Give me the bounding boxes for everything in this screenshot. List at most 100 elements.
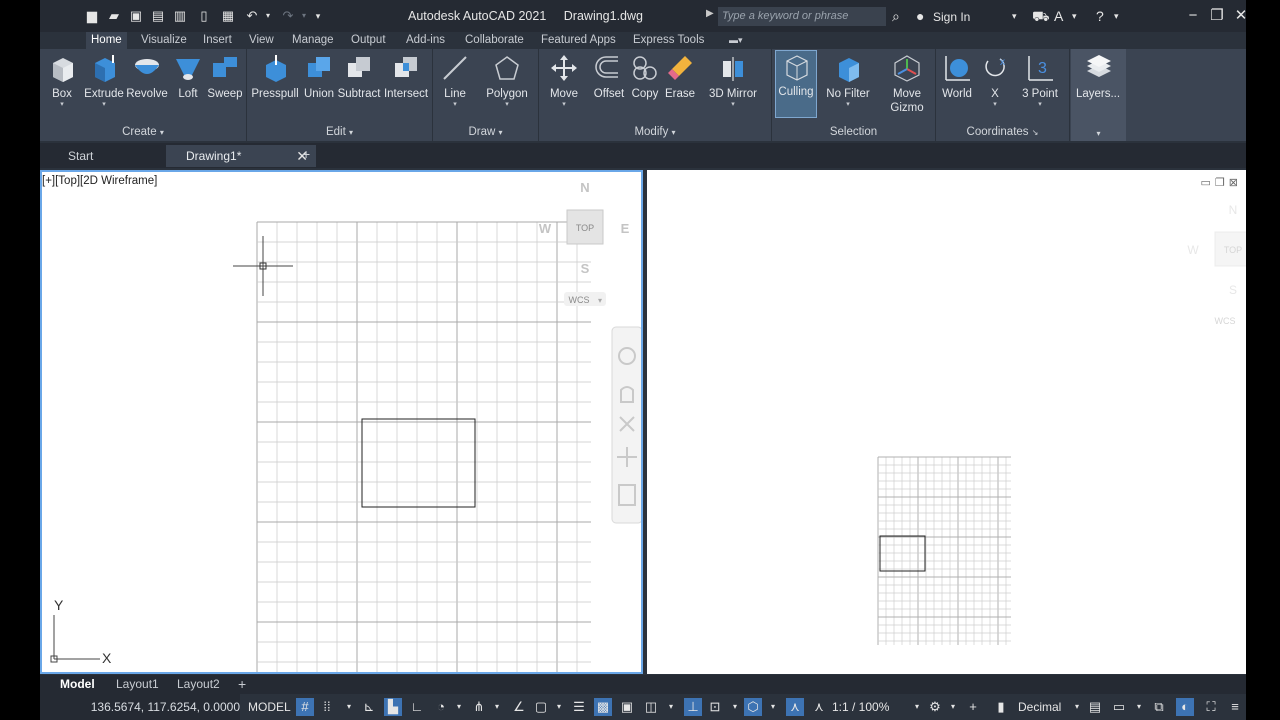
redo-icon[interactable]: ↷ — [280, 8, 296, 24]
line-button[interactable]: Line ▾ — [437, 53, 473, 109]
transparency-icon[interactable]: ▩ — [594, 698, 612, 716]
move-gizmo-button[interactable]: Move Gizmo — [882, 53, 932, 115]
cart-icon[interactable]: ⛟ — [1032, 7, 1050, 25]
rectangle-object[interactable] — [361, 418, 476, 508]
save-as-icon[interactable]: ▤ — [150, 8, 166, 24]
lineweight-icon[interactable]: ☰ — [570, 698, 588, 716]
dynamic-input-icon[interactable]: ▙ — [384, 698, 402, 716]
auto-scale-icon[interactable]: ⋏ — [810, 698, 828, 716]
culling-button[interactable]: Culling — [775, 50, 817, 118]
plot-icon[interactable]: ▦ — [220, 8, 236, 24]
selection-filter-icon[interactable]: ⊡ — [706, 698, 724, 716]
isometric-dropdown-icon[interactable]: ▾ — [488, 698, 506, 716]
sign-in-dropdown-icon[interactable]: ▾ — [1012, 7, 1017, 25]
object-snap-dropdown-icon[interactable]: ▾ — [550, 698, 568, 716]
autodesk-a360-icon[interactable]: A — [1054, 7, 1063, 25]
box-button[interactable]: Box ▾ — [45, 53, 79, 109]
tab-collaborate[interactable]: Collaborate — [460, 32, 529, 49]
edit-group-label[interactable]: Edit ▾ — [247, 126, 432, 138]
file-tab-start[interactable]: Start — [48, 145, 180, 167]
3d-osnap-dropdown-icon[interactable]: ▾ — [662, 698, 680, 716]
new-file-icon[interactable]: ▆ — [84, 8, 100, 24]
polygon-button[interactable]: Polygon ▾ — [481, 53, 533, 109]
customization-menu-icon[interactable]: ≡ — [1226, 698, 1244, 716]
3d-object-snap-icon[interactable]: ◫ — [642, 698, 660, 716]
drawing-canvas-right[interactable]: TOP W N S WCS — [647, 170, 1246, 674]
annotation-monitor-icon[interactable]: + — [964, 698, 982, 716]
modify-group-label[interactable]: Modify ▾ — [539, 126, 771, 138]
a360-dropdown-icon[interactable]: ▾ — [1072, 7, 1077, 25]
viewcube-right-south[interactable]: S — [1229, 283, 1237, 297]
viewport-controls-label[interactable]: [+][Top][2D Wireframe] — [42, 175, 157, 187]
object-snap-icon[interactable]: ▢ — [532, 698, 550, 716]
polar-dropdown-icon[interactable]: ▾ — [450, 698, 468, 716]
tab-featured-apps[interactable]: Featured Apps — [536, 32, 621, 49]
copy-button[interactable]: Copy — [629, 53, 661, 101]
create-group-label[interactable]: Create ▾ — [40, 126, 246, 138]
viewcube-right-top[interactable]: TOP — [1224, 245, 1242, 255]
units-dropdown-icon[interactable]: ▾ — [1068, 698, 1086, 716]
tab-output[interactable]: Output — [346, 32, 391, 49]
file-tab-drawing1[interactable]: Drawing1* ✕ — [166, 145, 316, 167]
tab-manage[interactable]: Manage — [287, 32, 339, 49]
lock-ui-icon[interactable]: ▭ — [1110, 698, 1128, 716]
intersect-button[interactable]: Intersect — [383, 53, 429, 101]
viewcube-right[interactable]: TOP W N S WCS — [1187, 203, 1246, 326]
object-snap-tracking-icon[interactable]: ∠ — [510, 698, 528, 716]
tab-add-ins[interactable]: Add-ins — [401, 32, 450, 49]
draw-group-label[interactable]: Draw ▾ — [433, 126, 538, 138]
polar-tracking-icon[interactable]: ◔ — [432, 698, 450, 716]
scale-dropdown-icon[interactable]: ▾ — [908, 698, 926, 716]
units-setting[interactable]: Decimal — [1018, 694, 1061, 720]
quick-properties-icon[interactable]: ▤ — [1086, 698, 1104, 716]
close-icon[interactable]: ✕ — [1232, 6, 1246, 26]
isolate-objects-icon[interactable]: ⧉ — [1150, 698, 1168, 716]
offset-button[interactable]: Offset — [591, 53, 627, 101]
loft-button[interactable]: Loft — [172, 53, 204, 101]
ribbon-display-toggle-icon[interactable]: ▬▾ — [724, 32, 748, 49]
open-folder-icon[interactable]: ▰ — [106, 8, 122, 24]
tab-home[interactable]: Home — [86, 32, 127, 49]
viewport-left[interactable]: [+][Top][2D Wireframe] Y X TOP N S W E W… — [40, 170, 643, 674]
x-rotate-ucs-button[interactable]: x X ▾ — [980, 53, 1010, 109]
move-button[interactable]: Move ▾ — [547, 53, 581, 109]
drawing-canvas-left[interactable]: Y X TOP N S W E WCS ▾ — [42, 172, 641, 672]
ortho-mode-icon[interactable]: ∟ — [408, 698, 426, 716]
viewcube[interactable]: TOP N S W E WCS ▾ — [539, 180, 630, 306]
isometric-drafting-icon[interactable]: ⋔ — [470, 698, 488, 716]
viewport-right[interactable]: ▭❐⊠ TOP W N S WCS — [647, 170, 1246, 674]
workspace-dropdown-icon[interactable]: ▾ — [944, 698, 962, 716]
user-icon[interactable]: ● — [916, 7, 924, 25]
workspace-gear-icon[interactable]: ⚙ — [926, 698, 944, 716]
model-space-toggle[interactable]: MODEL — [248, 694, 291, 720]
annotation-scale[interactable]: 1:1 / 100% — [832, 694, 889, 720]
restore-icon[interactable]: ❐ — [1208, 6, 1226, 26]
navigation-bar[interactable] — [611, 326, 641, 524]
snap-mode-icon[interactable]: ⁞⁞ — [318, 698, 336, 716]
lock-ui-dropdown-icon[interactable]: ▾ — [1130, 698, 1148, 716]
undo-icon[interactable]: ↶ — [244, 8, 260, 24]
viewport-maximize-icon[interactable]: ❐ — [1215, 177, 1229, 189]
viewcube-right-north[interactable]: N — [1229, 203, 1238, 217]
subtract-button[interactable]: Subtract — [337, 53, 381, 101]
tab-express-tools[interactable]: Express Tools — [628, 32, 709, 49]
3d-mirror-button[interactable]: 3D Mirror ▾ — [705, 53, 761, 109]
clean-screen-icon[interactable]: ⛶ — [1202, 698, 1220, 716]
gizmo-icon[interactable]: ⬡ — [744, 698, 762, 716]
add-layout-icon[interactable]: + — [238, 675, 246, 694]
world-button[interactable]: World — [938, 53, 976, 101]
viewcube-west[interactable]: W — [539, 221, 552, 236]
search-icon[interactable]: ⌕ — [892, 7, 900, 25]
viewcube-right-west[interactable]: W — [1187, 243, 1199, 257]
new-tab-icon[interactable]: + — [302, 146, 310, 162]
tab-insert[interactable]: Insert — [198, 32, 237, 49]
help-dropdown-icon[interactable]: ▾ — [1114, 7, 1119, 25]
share-icon[interactable]: ▯ — [196, 8, 212, 24]
save-icon[interactable]: ▣ — [128, 8, 144, 24]
tab-view[interactable]: View — [244, 32, 279, 49]
layout-tab-layout2[interactable]: Layout2 — [177, 675, 220, 694]
layers-button[interactable]: Layers... — [1075, 53, 1121, 101]
coordinate-readout[interactable]: 136.5674, 117.6254, 0.0000 — [40, 694, 240, 720]
units-icon[interactable]: ▮ — [992, 698, 1010, 716]
no-filter-button[interactable]: No Filter ▾ — [824, 53, 872, 109]
